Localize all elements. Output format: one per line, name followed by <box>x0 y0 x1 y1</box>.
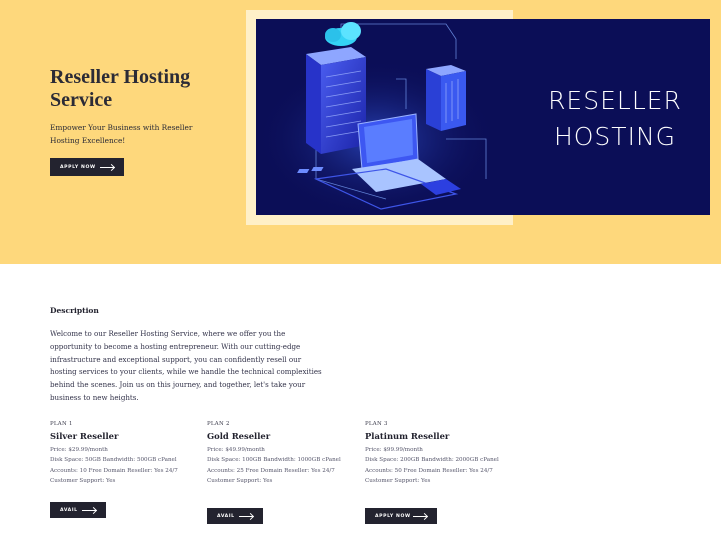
banner-line-1: RESELLER <box>548 86 682 115</box>
description-heading: Description <box>50 306 99 315</box>
hero-subtitle: Empower Your Business with Reseller Host… <box>50 123 193 145</box>
plan-number: PLAN 1 <box>50 421 73 427</box>
plan-accounts: Accounts: 50 Free Domain Reseller: Yes 2… <box>365 467 493 474</box>
plan-support: Customer Support: Yes <box>207 478 273 485</box>
plan-specs: Disk Space: 200GB Bandwidth: 2000GB cPan… <box>365 457 499 464</box>
server-rack-icon <box>426 65 466 131</box>
plan-card-gold: PLAN 2 Gold Reseller Price: $49.99/month… <box>207 421 357 487</box>
avail-button-gold[interactable]: AVAIL <box>207 508 263 524</box>
description-text: Welcome to our Reseller Hosting Service,… <box>50 329 322 402</box>
plan-specs: Disk Space: 50GB Bandwidth: 500GB cPanel <box>50 457 177 464</box>
apply-now-button[interactable]: APPLY NOW <box>50 158 124 176</box>
arrow-right-icon <box>100 167 114 168</box>
plan-number: PLAN 2 <box>207 421 230 427</box>
plan-support: Customer Support: Yes <box>50 478 116 485</box>
hero-title: Reseller Hosting Service <box>50 66 191 111</box>
plan-support: Customer Support: Yes <box>365 478 431 485</box>
plan-card-silver: PLAN 1 Silver Reseller Price: $29.99/mon… <box>50 421 200 487</box>
server-rack-icon <box>306 47 366 154</box>
arrow-right-icon <box>413 516 427 517</box>
plan-card-platinum: PLAN 3 Platinum Reseller Price: $99.99/m… <box>365 421 515 487</box>
avail-label: AVAIL <box>217 513 235 519</box>
arrow-right-icon <box>239 516 253 517</box>
apply-now-label: APPLY NOW <box>375 513 411 519</box>
plan-price: Price: $29.99/month <box>50 447 108 453</box>
arrow-right-icon <box>82 510 96 511</box>
plan-name: Gold Reseller <box>207 431 271 441</box>
plan-price: Price: $99.99/month <box>365 447 423 453</box>
plan-accounts: Accounts: 10 Free Domain Reseller: Yes 2… <box>50 467 178 474</box>
apply-now-button-platinum[interactable]: APPLY NOW <box>365 508 437 524</box>
plan-name: Platinum Reseller <box>365 431 450 441</box>
banner-line-2: HOSTING <box>553 122 677 151</box>
avail-button-silver[interactable]: AVAIL <box>50 502 106 518</box>
plan-specs: Disk Space: 100GB Bandwidth: 1000GB cPan… <box>207 457 341 464</box>
plan-price: Price: $49.99/month <box>207 447 265 453</box>
apply-now-label: APPLY NOW <box>60 164 96 170</box>
cloud-icon <box>325 22 361 46</box>
plan-name: Silver Reseller <box>50 431 119 441</box>
plan-accounts: Accounts: 25 Free Domain Reseller: Yes 2… <box>207 467 335 474</box>
hero-banner: RESELLER HOSTING <box>256 19 710 215</box>
avail-label: AVAIL <box>60 507 78 513</box>
banner-heading: RESELLER HOSTING <box>540 83 690 155</box>
plan-number: PLAN 3 <box>365 421 388 427</box>
